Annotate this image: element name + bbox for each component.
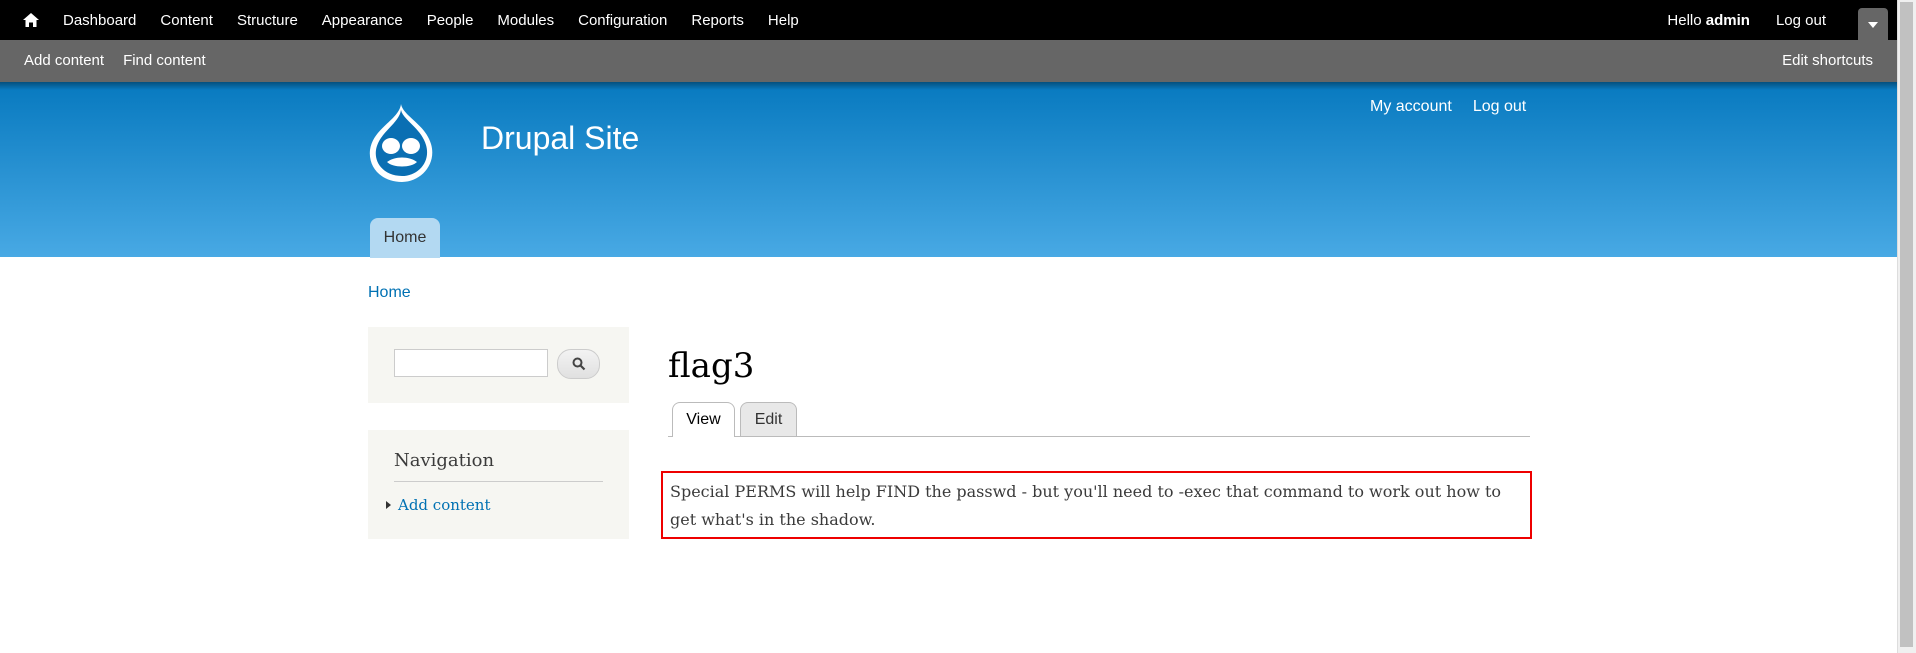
header-logout-link[interactable]: Log out	[1473, 98, 1526, 116]
node-tabs: View Edit	[668, 402, 1530, 437]
site-header: Drupal Site My account Log out Home	[0, 82, 1898, 258]
toolbar-item-configuration[interactable]: Configuration	[578, 12, 667, 29]
username-link[interactable]: admin	[1706, 12, 1750, 29]
nav-add-content-link[interactable]: Add content	[386, 496, 491, 514]
admin-toolbar: Dashboard Content Structure Appearance P…	[0, 0, 1898, 40]
shortcut-add-content[interactable]: Add content	[24, 52, 104, 69]
shortcut-find-content[interactable]: Find content	[123, 52, 206, 69]
user-greeting: Hello admin	[1667, 12, 1750, 29]
shortcut-list: Add content Find content	[24, 40, 225, 80]
toolbar-item-appearance[interactable]: Appearance	[322, 12, 403, 29]
main-menu-home[interactable]: Home	[370, 218, 440, 258]
search-input[interactable]	[394, 349, 548, 377]
greeting-prefix: Hello	[1667, 11, 1702, 29]
toolbar-item-modules[interactable]: Modules	[497, 12, 554, 29]
search-block	[368, 327, 629, 403]
vertical-scrollbar[interactable]	[1897, 0, 1916, 653]
navigation-title: Navigation	[394, 450, 603, 482]
secondary-menu: My account Log out	[1370, 98, 1547, 116]
shortcuts-bar: Add content Find content Edit shortcuts	[0, 40, 1898, 82]
edit-shortcuts-link[interactable]: Edit shortcuts	[1782, 40, 1873, 80]
toolbar-menu: Dashboard Content Structure Appearance P…	[63, 0, 823, 40]
drupal-logo-icon[interactable]	[365, 102, 440, 184]
toolbar-item-dashboard[interactable]: Dashboard	[63, 12, 136, 29]
toolbar-logout-link[interactable]: Log out	[1776, 12, 1826, 29]
home-icon[interactable]	[22, 11, 40, 29]
breadcrumb[interactable]: Home	[368, 284, 411, 302]
drawer-toggle-icon[interactable]	[1858, 8, 1888, 40]
toolbar-item-content[interactable]: Content	[160, 12, 213, 29]
search-icon	[572, 357, 585, 371]
toolbar-item-people[interactable]: People	[427, 12, 474, 29]
toolbar-item-help[interactable]: Help	[768, 12, 799, 29]
toolbar-item-reports[interactable]: Reports	[691, 12, 744, 29]
node-body: Special PERMS will help FIND the passwd …	[661, 471, 1532, 539]
tab-view[interactable]: View	[672, 402, 735, 437]
search-button[interactable]	[557, 349, 600, 379]
navigation-block: Navigation Add content	[368, 430, 629, 539]
site-name[interactable]: Drupal Site	[481, 120, 639, 157]
tab-edit[interactable]: Edit	[740, 402, 797, 436]
toolbar-user: Hello admin Log out	[1667, 0, 1826, 40]
page-title: flag3	[668, 346, 755, 386]
my-account-link[interactable]: My account	[1370, 98, 1452, 116]
scrollbar-thumb[interactable]	[1900, 2, 1913, 647]
toolbar-item-structure[interactable]: Structure	[237, 12, 298, 29]
